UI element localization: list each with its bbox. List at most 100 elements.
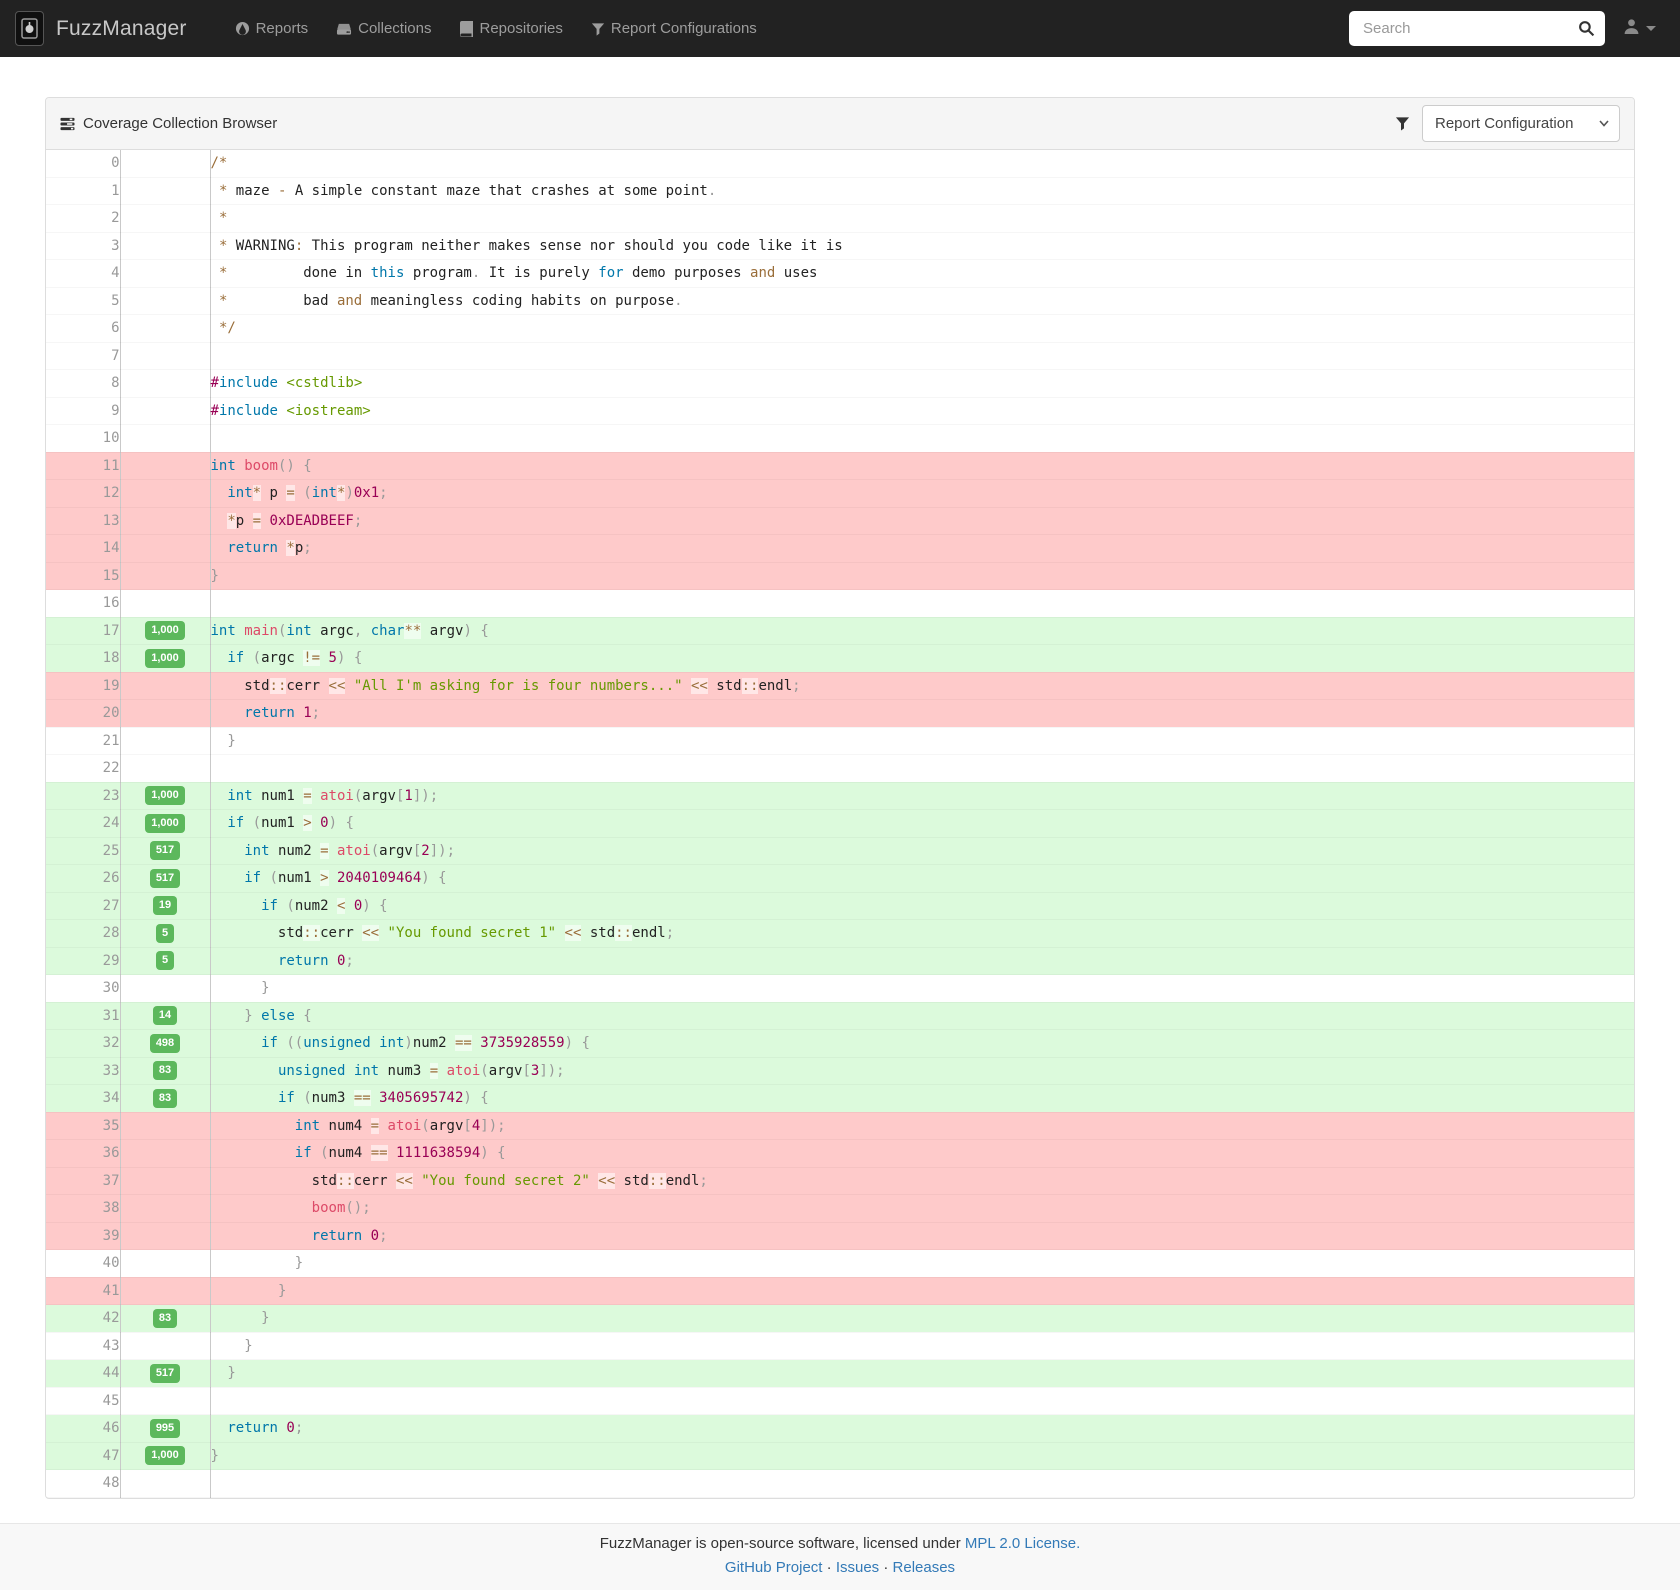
nav-item-reports[interactable]: Reports bbox=[221, 0, 323, 57]
coverage-count-cell bbox=[120, 672, 211, 700]
footer-link-issues[interactable]: Issues bbox=[836, 1559, 879, 1576]
coverage-count-cell bbox=[120, 534, 211, 562]
footer-separator: · bbox=[883, 1558, 889, 1576]
code-line-row: 14 return *p; bbox=[46, 534, 1634, 562]
nav-item-label: Report Configurations bbox=[610, 20, 757, 37]
line-number: 5 bbox=[46, 287, 121, 315]
line-number: 32 bbox=[46, 1029, 121, 1057]
line-number: 15 bbox=[46, 562, 121, 590]
coverage-count-cell: 83 bbox=[120, 1304, 211, 1332]
tasks-icon bbox=[60, 117, 75, 131]
coverage-count-badge: 1,000 bbox=[145, 648, 185, 668]
coverage-code-table: 0/* 1 * maze - A simple constant maze tha… bbox=[46, 150, 1634, 1498]
code-line-source: std::cerr << "You found secret 2" << std… bbox=[210, 1167, 1634, 1195]
coverage-count-cell: 1,000 bbox=[120, 782, 211, 810]
line-number: 35 bbox=[46, 1112, 121, 1140]
code-line-source: } bbox=[210, 1305, 1634, 1333]
coverage-count-cell bbox=[120, 1387, 211, 1415]
coverage-count-cell: 1,000 bbox=[120, 617, 211, 645]
nav-item-repositories[interactable]: Repositories bbox=[446, 0, 577, 57]
code-line-source: */ bbox=[210, 315, 1634, 343]
line-number: 36 bbox=[46, 1139, 121, 1167]
brand-title[interactable]: FuzzManager bbox=[56, 17, 187, 41]
line-number: 27 bbox=[46, 892, 121, 920]
search-input[interactable] bbox=[1361, 19, 1578, 38]
code-line-source bbox=[210, 425, 1634, 453]
filter-icon[interactable] bbox=[1395, 116, 1410, 131]
footer-link-releases[interactable]: Releases bbox=[893, 1559, 956, 1576]
code-line-source bbox=[210, 1387, 1634, 1415]
coverage-count-badge: 5 bbox=[155, 923, 175, 943]
code-line-source bbox=[210, 342, 1634, 370]
coverage-count-cell: 5 bbox=[120, 947, 211, 975]
coverage-count-badge: 1,000 bbox=[145, 813, 185, 833]
code-line-source: if (num2 < 0) { bbox=[210, 892, 1634, 920]
coverage-count-cell bbox=[120, 397, 211, 425]
line-number: 7 bbox=[46, 342, 121, 370]
footer-link-github-project[interactable]: GitHub Project bbox=[725, 1559, 823, 1576]
code-line-source: if (argc != 5) { bbox=[210, 645, 1634, 673]
caret-down-icon bbox=[1646, 26, 1656, 31]
code-line-source: int boom() { bbox=[210, 452, 1634, 480]
code-line-row: 36 if (num4 == 1111638594) { bbox=[46, 1139, 1634, 1168]
coverage-count-badge: 1,000 bbox=[145, 1446, 185, 1465]
line-number: 19 bbox=[46, 672, 121, 700]
coverage-count-badge: 1,000 bbox=[145, 786, 185, 805]
line-number: 28 bbox=[46, 919, 121, 947]
coverage-count-cell bbox=[120, 507, 211, 535]
coverage-count-cell bbox=[120, 699, 211, 727]
report-configuration-select[interactable]: Report Configuration bbox=[1422, 105, 1620, 142]
coverage-count-badge: 517 bbox=[149, 1363, 181, 1383]
nav-item-label: Reports bbox=[255, 20, 309, 37]
coverage-count-badge: 517 bbox=[149, 868, 181, 888]
coverage-count-badge: 14 bbox=[152, 1006, 178, 1025]
coverage-count-badge: 517 bbox=[149, 841, 181, 860]
code-line-source: } else { bbox=[210, 1002, 1634, 1030]
line-number: 21 bbox=[46, 727, 121, 755]
code-line-source: } bbox=[210, 1332, 1634, 1360]
line-number: 45 bbox=[46, 1387, 121, 1415]
coverage-count-cell: 19 bbox=[120, 892, 211, 920]
coverage-count-cell bbox=[120, 150, 211, 177]
coverage-count-cell bbox=[120, 259, 211, 287]
code-line-row: 44 517 } bbox=[46, 1359, 1634, 1387]
user-icon bbox=[1623, 18, 1640, 40]
line-number: 8 bbox=[46, 369, 121, 397]
code-line-source: if (num1 > 2040109464) { bbox=[210, 865, 1634, 893]
coverage-count-cell: 14 bbox=[120, 1002, 211, 1030]
coverage-count-cell bbox=[120, 1249, 211, 1277]
code-line-row: 11 int boom() { bbox=[46, 452, 1634, 480]
code-line-source: if (num1 > 0) { bbox=[210, 810, 1634, 838]
filter-icon bbox=[591, 22, 605, 36]
code-line-source: } bbox=[210, 975, 1634, 1003]
nav-item-report-configurations[interactable]: Report Configurations bbox=[577, 0, 771, 57]
coverage-count-cell bbox=[120, 754, 211, 782]
code-line-source: if (num4 == 1111638594) { bbox=[210, 1140, 1634, 1168]
code-line-source: } bbox=[210, 727, 1634, 755]
code-line-row: 31 14 } else { bbox=[46, 1002, 1634, 1030]
code-line-row: 9 #include <iostream> bbox=[46, 397, 1634, 425]
line-number: 22 bbox=[46, 754, 121, 782]
coverage-count-badge: 19 bbox=[152, 896, 178, 915]
code-line-source: * bbox=[210, 205, 1634, 233]
coverage-count-cell bbox=[120, 1469, 211, 1497]
code-line-row: 16 bbox=[46, 589, 1634, 618]
coverage-count-cell: 1,000 bbox=[120, 1442, 211, 1470]
hdd-icon bbox=[336, 21, 352, 36]
code-line-source: int main(int argc, char** argv) { bbox=[210, 617, 1634, 645]
footer-license-link[interactable]: MPL 2.0 License. bbox=[965, 1535, 1080, 1552]
search-icon[interactable] bbox=[1578, 20, 1595, 37]
code-line-source bbox=[210, 590, 1634, 618]
code-line-row: 29 5 return 0; bbox=[46, 947, 1634, 975]
line-number: 42 bbox=[46, 1304, 121, 1332]
coverage-count-cell bbox=[120, 1167, 211, 1195]
code-line-source: return 0; bbox=[210, 947, 1634, 975]
code-line-source: return 0; bbox=[210, 1415, 1634, 1443]
user-menu[interactable] bbox=[1623, 18, 1656, 40]
code-line-row: 2 * bbox=[46, 204, 1634, 233]
coverage-count-cell: 517 bbox=[120, 864, 211, 892]
coverage-count-cell bbox=[120, 232, 211, 260]
nav-item-collections[interactable]: Collections bbox=[322, 0, 445, 57]
nav-item-label: Repositories bbox=[479, 20, 563, 37]
coverage-count-cell bbox=[120, 424, 211, 452]
